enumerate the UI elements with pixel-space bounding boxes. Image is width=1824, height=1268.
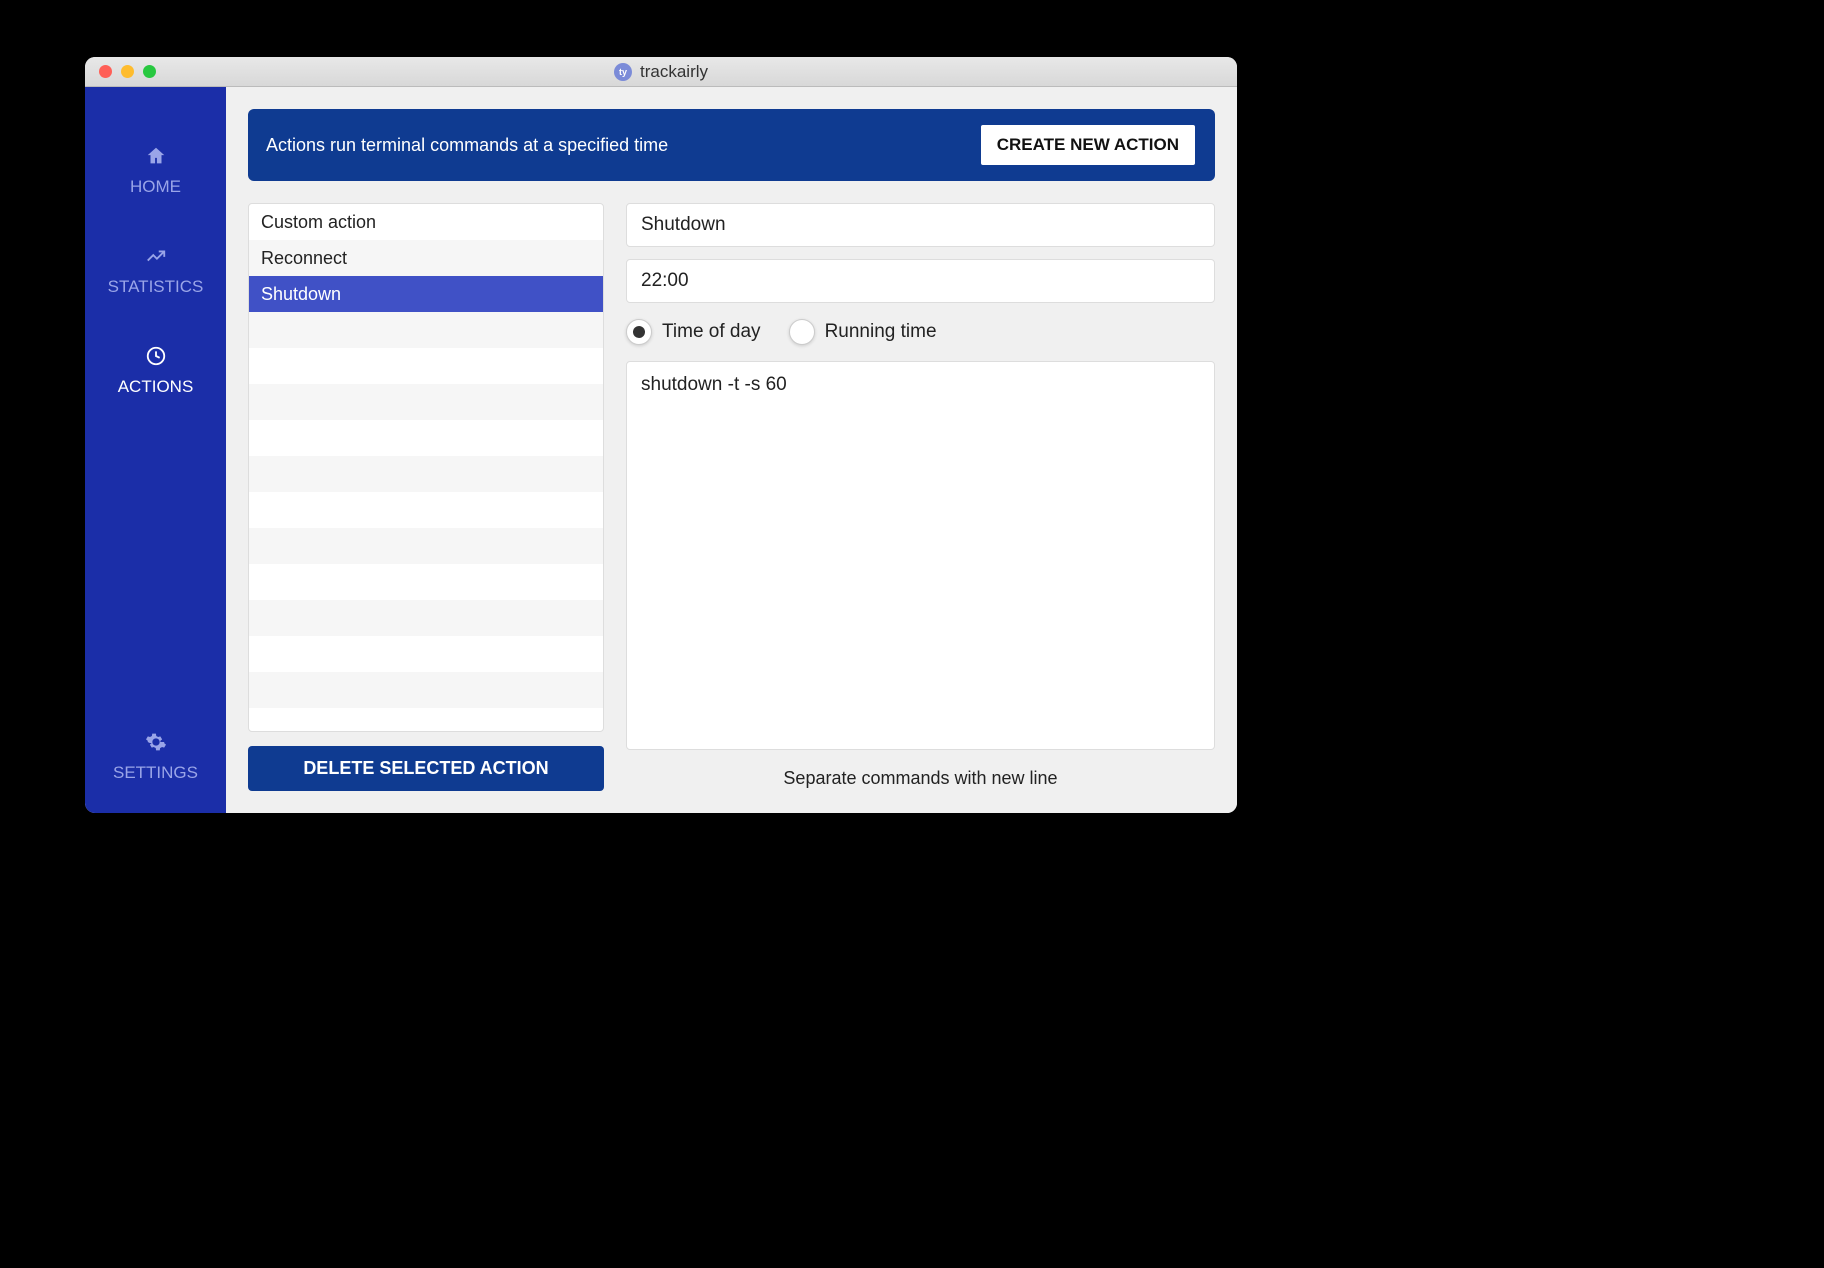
minimize-window-button[interactable] [121,65,134,78]
running-time-radio[interactable] [789,319,815,345]
action-list-blank-row [249,636,603,672]
action-list-blank-row [249,456,603,492]
time-of-day-radio[interactable] [626,319,652,345]
home-icon [145,145,167,167]
app-title: trackairly [640,62,708,82]
command-hint: Separate commands with new line [626,762,1215,791]
create-new-action-button[interactable]: CREATE NEW ACTION [979,123,1197,167]
time-mode-radio-group: Time of day Running time [626,315,1215,349]
command-textarea[interactable] [626,361,1215,750]
app-icon: ty [614,63,632,81]
info-banner: Actions run terminal commands at a speci… [248,109,1215,181]
clock-icon [145,345,167,367]
app-body: HOME STATISTICS ACTIONS SETTINGS Actions… [85,87,1237,813]
banner-text: Actions run terminal commands at a speci… [266,135,668,156]
action-list-blank-row [249,312,603,348]
action-list-item[interactable]: Custom action [249,204,603,240]
sidebar-item-label: HOME [130,177,181,197]
left-column: Custom actionReconnectShutdown DELETE SE… [248,203,604,791]
sidebar-item-actions[interactable]: ACTIONS [85,327,226,427]
sidebar: HOME STATISTICS ACTIONS SETTINGS [85,87,226,813]
sidebar-item-home[interactable]: HOME [85,127,226,227]
right-column: Time of day Running time Separate comman… [626,203,1215,791]
action-list-blank-row [249,672,603,708]
action-list-blank-row [249,384,603,420]
title-center: ty trackairly [614,62,708,82]
action-list-blank-row [249,708,603,732]
action-list-blank-row [249,348,603,384]
action-list-item[interactable]: Reconnect [249,240,603,276]
action-list-blank-row [249,492,603,528]
sidebar-item-label: STATISTICS [108,277,204,297]
sidebar-item-settings[interactable]: SETTINGS [85,713,226,813]
traffic-lights [85,65,156,78]
sidebar-item-label: ACTIONS [118,377,194,397]
action-name-input[interactable] [626,203,1215,247]
action-list-item[interactable]: Shutdown [249,276,603,312]
maximize-window-button[interactable] [143,65,156,78]
gear-icon [145,731,167,753]
action-list-blank-row [249,600,603,636]
main-content: Actions run terminal commands at a speci… [226,87,1237,813]
chart-icon [145,245,167,267]
actions-list: Custom actionReconnectShutdown [248,203,604,732]
sidebar-spacer [85,427,226,713]
action-list-blank-row [249,564,603,600]
action-list-blank-row [249,528,603,564]
sidebar-item-label: SETTINGS [113,763,198,783]
close-window-button[interactable] [99,65,112,78]
titlebar: ty trackairly [85,57,1237,87]
action-time-input[interactable] [626,259,1215,303]
columns: Custom actionReconnectShutdown DELETE SE… [248,203,1215,791]
sidebar-item-statistics[interactable]: STATISTICS [85,227,226,327]
radio-label: Running time [825,321,937,343]
radio-label: Time of day [662,321,761,343]
action-list-blank-row [249,420,603,456]
delete-selected-action-button[interactable]: DELETE SELECTED ACTION [248,746,604,791]
app-window: ty trackairly HOME STATISTICS ACTIONS SE… [85,57,1237,813]
